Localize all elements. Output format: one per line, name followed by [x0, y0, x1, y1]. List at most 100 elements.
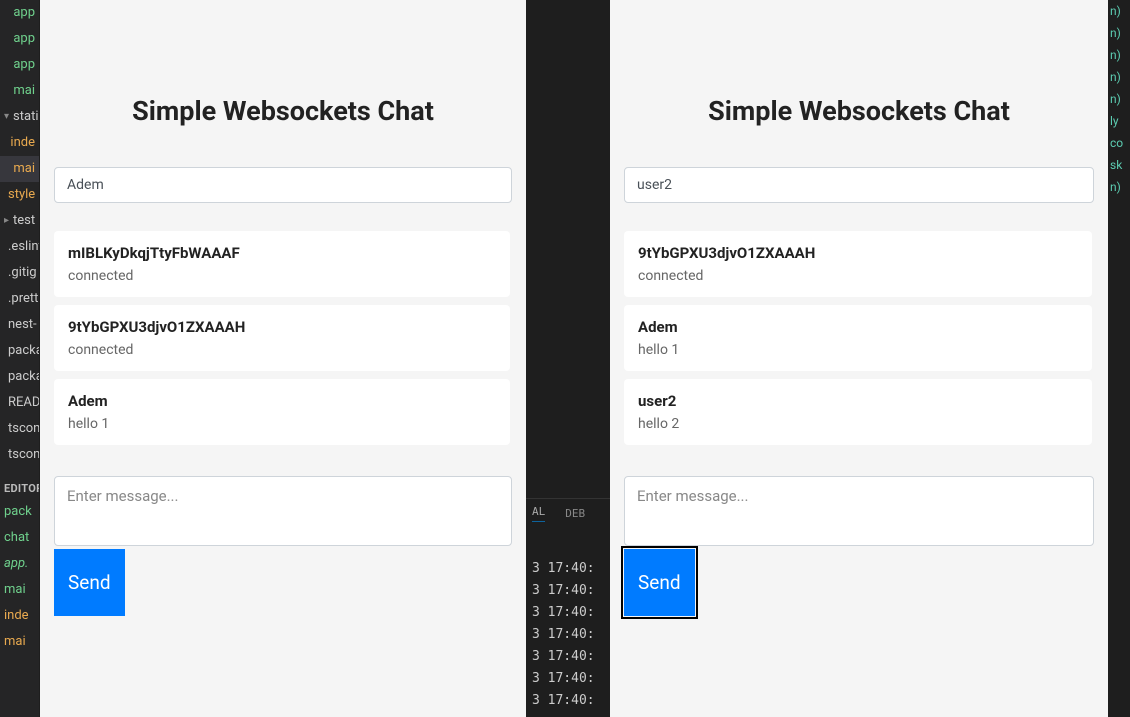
open-editor-item[interactable]: app. — [0, 551, 39, 577]
tree-item-label: test — [13, 210, 35, 232]
tree-item-label: mai — [4, 631, 26, 653]
message-body: hello 1 — [68, 416, 496, 432]
message-body: connected — [68, 268, 496, 284]
tree-item-label: packa — [8, 340, 40, 362]
code-fragment: sk — [1108, 154, 1130, 176]
terminal-line: 3 17:40: — [532, 668, 595, 690]
tree-item[interactable]: nest- — [0, 312, 39, 338]
code-fragment: n) — [1108, 0, 1130, 22]
tree-item-label: inde — [4, 605, 29, 627]
tree-item-label: mai — [13, 158, 35, 180]
tree-item-label: pack — [4, 501, 32, 523]
tree-item-label: nest- — [8, 314, 37, 336]
open-editor-item[interactable]: chat — [0, 525, 39, 551]
tree-item[interactable]: packa — [0, 364, 39, 390]
tree-item-label: mai — [13, 80, 35, 102]
username-input[interactable] — [624, 167, 1094, 203]
terminal-line: 3 17:40: — [532, 580, 595, 602]
terminal-line: 3 17:40: — [532, 690, 595, 712]
tree-item-label: static — [13, 106, 40, 128]
tree-item[interactable]: app — [0, 26, 39, 52]
chat-title: Simple Websockets Chat — [624, 95, 1094, 127]
tree-item-label: app — [13, 54, 35, 76]
open-editor-item[interactable]: pack — [0, 499, 39, 525]
chat-window-1: Simple Websockets Chat mIBLKyDkqjTtyFbWA… — [40, 0, 526, 717]
message-author: 9tYbGPXU3djvO1ZXAAAH — [68, 318, 496, 336]
terminal-line: 3 17:40: — [532, 558, 595, 580]
messages-scroll[interactable]: 9tYbGPXU3djvO1ZXAAAH connected Adem hello 1… — [624, 231, 1094, 451]
terminal-line: 3 17:40: — [532, 602, 595, 624]
vscode-file-tree: appappappmai▾staticindemaistyle▸test.esl… — [0, 0, 40, 717]
send-button[interactable]: Send — [54, 549, 125, 616]
chat-title: Simple Websockets Chat — [54, 95, 512, 127]
send-button[interactable]: Send — [624, 549, 695, 616]
message-author: Adem — [638, 318, 1078, 336]
terminal-tab: AL — [532, 505, 545, 522]
vscode-terminal-fragment: AL DEB 3 17:40:3 17:40:3 17:40:3 17:40:3… — [526, 0, 610, 717]
message-card: Adem hello 1 — [624, 305, 1092, 371]
message-body: hello 1 — [638, 342, 1078, 358]
tree-item[interactable]: tscon — [0, 442, 39, 468]
message-card: mIBLKyDkqjTtyFbWAAAFconnected — [54, 231, 510, 297]
tree-item-label: inde — [10, 132, 35, 154]
tree-item[interactable]: .gitig — [0, 260, 39, 286]
tree-item-label: .gitig — [8, 262, 37, 284]
code-fragment: n) — [1108, 176, 1130, 198]
message-body: connected — [68, 342, 496, 358]
message-body: connected — [638, 268, 1078, 284]
message-card: 9tYbGPXU3djvO1ZXAAAH connected — [624, 231, 1092, 297]
message-card: user2 hello 2 — [624, 379, 1092, 445]
tree-item[interactable]: tscon — [0, 416, 39, 442]
tree-item-label: READ — [8, 392, 40, 414]
tree-item[interactable]: packa — [0, 338, 39, 364]
code-fragment: ly — [1108, 110, 1130, 132]
tree-item[interactable]: inde — [0, 130, 39, 156]
message-author: 9tYbGPXU3djvO1ZXAAAH — [638, 244, 1078, 262]
username-input[interactable] — [54, 167, 512, 203]
code-fragment: n) — [1108, 44, 1130, 66]
code-fragment: co — [1108, 132, 1130, 154]
tree-item[interactable]: app — [0, 52, 39, 78]
tree-item[interactable]: ▸test — [0, 208, 39, 234]
tree-item-label: tscon — [8, 418, 40, 440]
open-editor-item[interactable]: mai — [0, 629, 39, 655]
chevron-icon: ▾ — [4, 106, 9, 128]
chevron-icon: ▸ — [4, 210, 9, 232]
open-editor-item[interactable]: mai — [0, 577, 39, 603]
tree-item-label: tscon — [8, 444, 40, 466]
tree-item[interactable]: .prett — [0, 286, 39, 312]
tree-item[interactable]: READ — [0, 390, 39, 416]
message-author: user2 — [638, 392, 1078, 410]
tree-item[interactable]: mai — [0, 78, 39, 104]
message-author: Adem — [68, 392, 496, 410]
tree-item[interactable]: app — [0, 0, 39, 26]
tree-item-label: app — [13, 2, 35, 24]
tree-item-label: app — [13, 28, 35, 50]
tree-item[interactable]: style — [0, 182, 39, 208]
messages-scroll[interactable]: mIBLKyDkqjTtyFbWAAAFconnected 9tYbGPXU3dj… — [54, 231, 512, 451]
message-body: hello 2 — [638, 416, 1078, 432]
message-input[interactable] — [624, 476, 1094, 546]
open-editor-item[interactable]: inde — [0, 603, 39, 629]
tree-item-label: chat — [4, 527, 29, 549]
tree-item[interactable]: .eslint — [0, 234, 39, 260]
tree-item-label: packa — [8, 366, 40, 388]
message-card: Adem hello 1 — [54, 379, 510, 445]
debug-tab: DEB — [565, 507, 585, 520]
code-fragment: n) — [1108, 88, 1130, 110]
tree-item-label: .prett — [8, 288, 38, 310]
message-card: 9tYbGPXU3djvO1ZXAAAH connected — [54, 305, 510, 371]
vscode-editor-right-edge: n)n)n)n)n)lycoskn) — [1108, 0, 1130, 717]
tree-item[interactable]: mai — [0, 156, 39, 182]
tree-item-label: .eslint — [8, 236, 40, 258]
tree-item-label: style — [8, 184, 35, 206]
terminal-line: 3 17:40: — [532, 646, 595, 668]
code-fragment: n) — [1108, 22, 1130, 44]
terminal-line: 3 17:40: — [532, 624, 595, 646]
message-input[interactable] — [54, 476, 512, 546]
tree-item[interactable]: ▾static — [0, 104, 39, 130]
code-fragment: n) — [1108, 66, 1130, 88]
tree-item-label: app. — [4, 553, 28, 575]
chat-window-2: Simple Websockets Chat 9tYbGPXU3djvO1ZXA… — [610, 0, 1108, 717]
open-editors-heading: EDITOR — [0, 478, 39, 499]
